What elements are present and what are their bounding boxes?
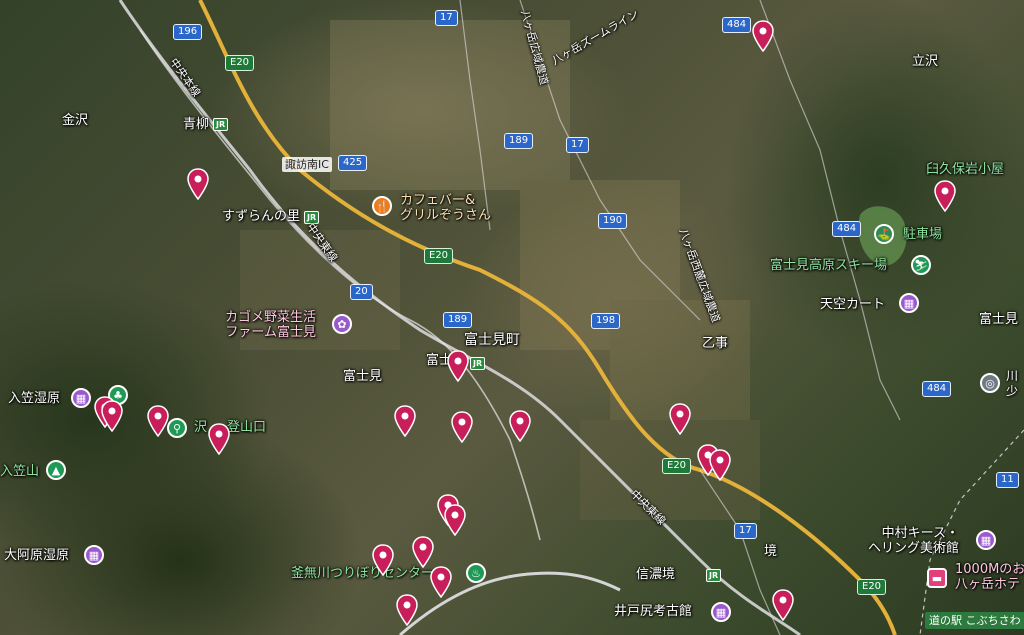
label-sawa[interactable]: 沢 (194, 420, 207, 435)
satellite-map[interactable]: 金沢 立沢 青柳 JR すずらんの里 JR 富士見町 富士見 富士 JR 乙事 … (0, 0, 1024, 635)
shield-17-b: 17 (566, 137, 589, 153)
label-shinanosakai: 信濃境 (636, 567, 676, 582)
label-idojiri[interactable]: 井戸尻考古館 (614, 604, 692, 619)
museum-icon[interactable]: ▦ (84, 545, 104, 565)
saved-pin[interactable] (751, 20, 775, 52)
jr-badge-aoyagi: JR (213, 118, 229, 131)
label-oaohara[interactable]: 大阿原湿原 (4, 548, 69, 563)
shield-484-a: 484 (722, 17, 752, 33)
saved-pin[interactable] (411, 536, 435, 568)
saved-pin[interactable] (668, 403, 692, 435)
shield-17-a: 17 (435, 10, 458, 26)
shield-425: 425 (338, 155, 368, 171)
saved-pin[interactable] (933, 180, 957, 212)
shield-e20-b: E20 (424, 248, 454, 264)
museum-icon[interactable]: ▦ (71, 388, 91, 408)
saved-pin[interactable] (186, 168, 210, 200)
label-michi-eki[interactable]: 道の駅 こぶちさわ (925, 612, 1024, 629)
label-fujimi-right: 富士見 (979, 312, 1019, 327)
label-hotel[interactable]: 1000Mのお 八ヶ岳ホテ (955, 562, 1024, 592)
museum-icon[interactable]: ▦ (976, 530, 996, 550)
saved-pin[interactable] (771, 589, 795, 621)
saved-pin[interactable] (146, 405, 170, 437)
label-cafe[interactable]: カフェバー& グリルぞうさん (400, 193, 491, 223)
saved-pin[interactable] (371, 544, 395, 576)
label-tenku[interactable]: 天空カート (820, 297, 885, 312)
museum-icon[interactable]: ▦ (711, 602, 731, 622)
jr-badge-fujimi: JR (470, 357, 486, 370)
saved-pin[interactable] (100, 400, 124, 432)
label-nakamura[interactable]: 中村キース・ ヘリング美術館 (868, 526, 959, 556)
label-irikasa[interactable]: 入笠湿原 (8, 391, 60, 406)
label-usuku[interactable]: 臼久保岩小屋 (926, 162, 1004, 177)
label-kanazawa: 金沢 (62, 113, 89, 128)
shield-20: 20 (350, 284, 373, 300)
shield-198: 198 (591, 313, 621, 329)
shield-17-c: 17 (734, 523, 757, 539)
place-icon[interactable]: ◎ (980, 373, 1000, 393)
hiker-icon[interactable]: ⚲ (167, 418, 187, 438)
shield-196: 196 (173, 24, 203, 40)
label-fujimi-town: 富士見町 (464, 332, 520, 348)
jr-badge-shinanosakai: JR (706, 569, 722, 582)
fork-knife-icon[interactable]: 🍴 (372, 196, 392, 216)
shield-484-c: 484 (922, 381, 952, 397)
shield-e20-c: E20 (662, 458, 692, 474)
saved-pin[interactable] (708, 449, 732, 481)
saved-pin[interactable] (450, 411, 474, 443)
saved-pin[interactable] (446, 350, 470, 382)
label-suzuran: すずらんの里 (222, 209, 301, 224)
label-fujimi: 富士見 (343, 369, 383, 384)
label-kawa[interactable]: 川 少 (1006, 369, 1018, 399)
label-kagome[interactable]: カゴメ野菜生活 ファーム富士見 (225, 310, 316, 340)
label-fujimi-ski[interactable]: 富士見高原スキー場 (770, 258, 887, 273)
shield-484-b: 484 (832, 221, 862, 237)
label-aoyagi: 青柳 (183, 117, 210, 132)
museum-icon[interactable]: ▦ (899, 293, 919, 313)
farmland-texture (240, 20, 760, 520)
saved-pin[interactable] (429, 566, 453, 598)
shield-189-b: 189 (443, 312, 473, 328)
label-sakai: 境 (764, 544, 778, 559)
saved-pin[interactable] (207, 423, 231, 455)
label-kamanashi[interactable]: 釜無川つりぼりセンター (291, 566, 434, 581)
ski-icon[interactable]: ⛷ (911, 255, 931, 275)
fishing-icon[interactable]: ♨ (466, 563, 486, 583)
shield-e20-d: E20 (857, 579, 887, 595)
label-suwaminami-ic: 諏訪南IC (282, 157, 332, 172)
saved-pin[interactable] (443, 504, 467, 536)
shield-11: 11 (996, 472, 1019, 488)
hotel-icon[interactable]: ▬ (927, 568, 947, 588)
shield-189-a: 189 (504, 133, 534, 149)
saved-pin[interactable] (395, 594, 419, 626)
label-parking[interactable]: 駐車場 (903, 227, 942, 242)
label-otsugoto: 乙事 (702, 336, 729, 351)
shield-e20-a: E20 (225, 55, 255, 71)
leaf-icon[interactable]: ✿ (332, 314, 352, 334)
saved-pin[interactable] (508, 410, 532, 442)
mountain-icon[interactable]: ▲ (46, 460, 66, 480)
label-irikasayama[interactable]: 入笠山 (0, 464, 39, 479)
shield-190: 190 (598, 213, 628, 229)
label-tozan[interactable]: 登山口 (227, 420, 266, 435)
saved-pin[interactable] (393, 405, 417, 437)
label-tatesawa: 立沢 (912, 54, 939, 69)
golf-icon[interactable]: ⛳ (874, 224, 894, 244)
